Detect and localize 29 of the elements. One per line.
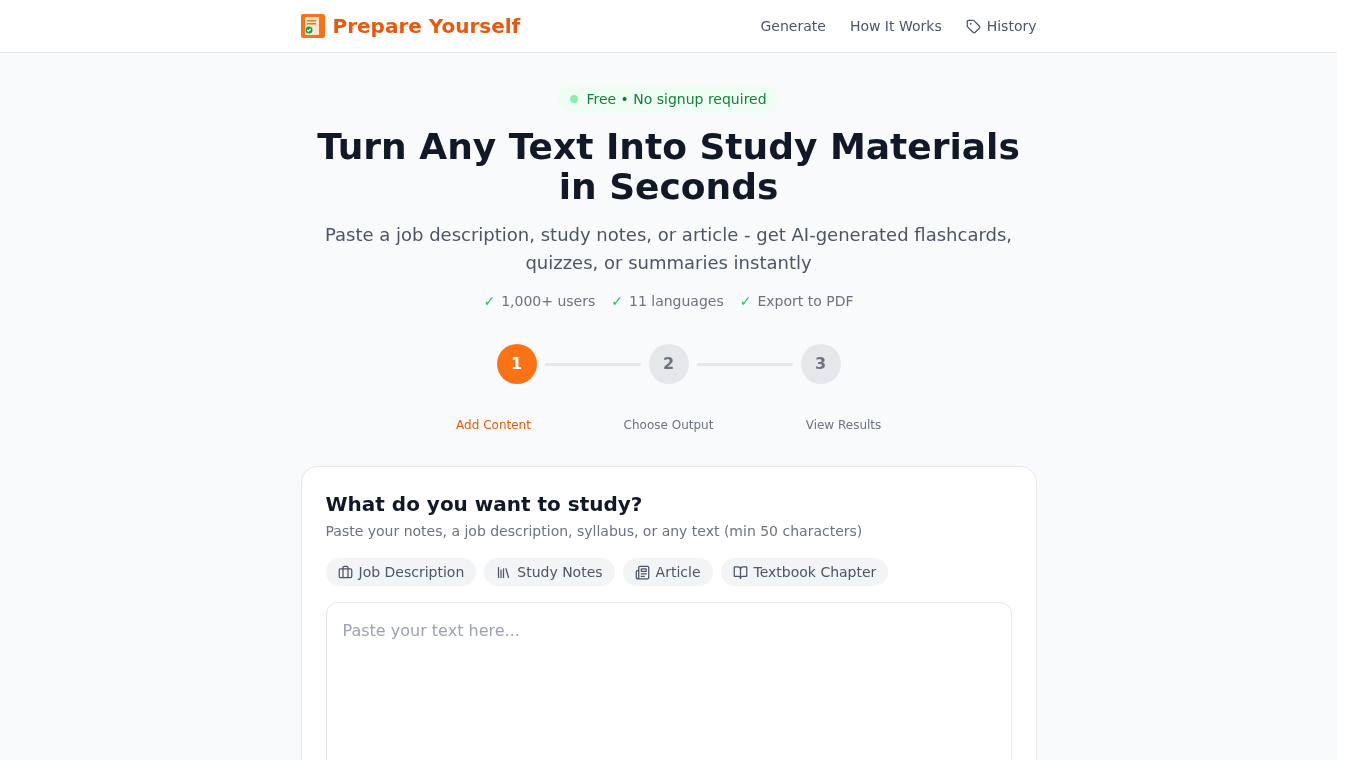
newspaper-icon — [634, 564, 650, 580]
hero-subtitle: Paste a job description, study notes, or article - get AI-generated flashcards, quizzes, or summaries instantly — [323, 223, 1014, 275]
brand-link[interactable]: Prepare Yourself — [332, 11, 521, 41]
step-label: Add Content — [455, 417, 532, 434]
nav-link[interactable]: History — [965, 15, 1037, 37]
nav-link[interactable]: How It Works — [849, 15, 942, 37]
step-label: Choose Output — [622, 417, 715, 434]
feature-text: 1,000+ users — [501, 292, 596, 311]
feature-text: 11 languages — [629, 292, 724, 311]
example-chip[interactable]: Textbook Chapter — [720, 558, 889, 586]
text-input-field[interactable]: Paste your text here... — [325, 602, 1012, 760]
nav-link[interactable]: Generate — [760, 15, 826, 37]
tag-icon — [965, 18, 981, 34]
hero-title: Turn Any Text Into Study Materials in Seconds — [316, 127, 1021, 207]
card-hint: Paste your notes, a job description, syllabus, or any text (min 50 characters) — [325, 522, 864, 541]
feature-text: Export to PDF — [757, 292, 854, 311]
books-icon — [496, 564, 512, 580]
check-mark: ✓ — [739, 292, 752, 311]
logo-icon — [300, 14, 325, 38]
badge-text: Free • No signup required — [586, 89, 767, 109]
example-chip[interactable]: Study Notes — [484, 558, 615, 586]
example-chip[interactable]: Article — [622, 558, 713, 586]
card-title: What do you want to study? — [325, 491, 644, 517]
check-mark: ✓ — [611, 292, 623, 311]
check-mark: ✓ — [483, 292, 496, 311]
open-book-icon — [732, 564, 748, 580]
example-chip[interactable]: Job Description — [325, 558, 477, 586]
step-label: View Results — [804, 417, 883, 434]
briefcase-icon — [337, 564, 353, 580]
